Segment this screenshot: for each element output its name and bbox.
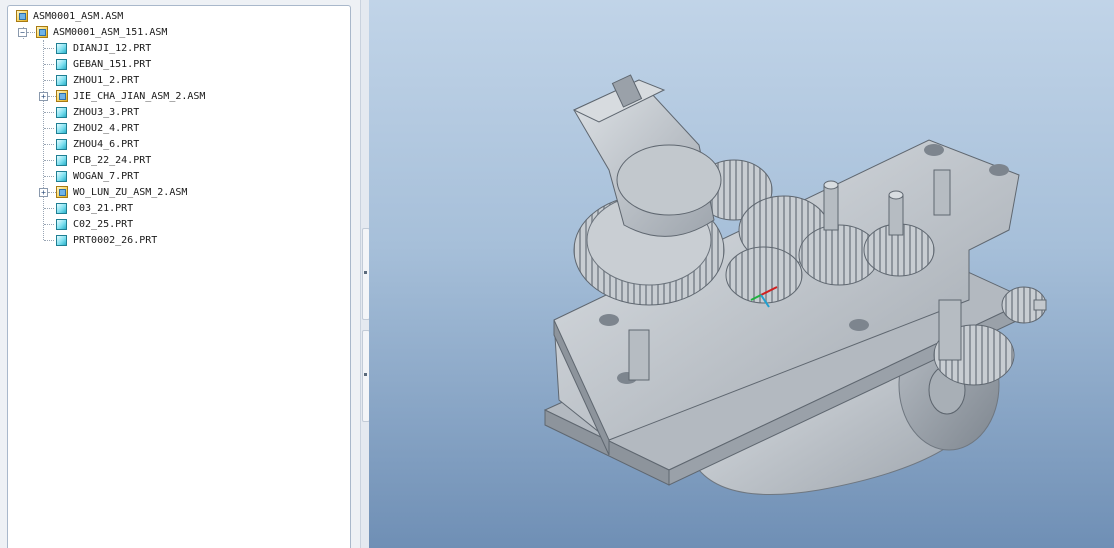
tree-item-subassembly[interactable]: + WO_LUN_ZU_ASM_2.ASM bbox=[38, 184, 258, 200]
grip-dot-icon bbox=[364, 373, 367, 376]
tree-item-subassembly[interactable]: + JIE_CHA_JIAN_ASM_2.ASM bbox=[38, 88, 258, 104]
part-icon bbox=[56, 170, 67, 182]
tree-item-label: ZHOU2_4.PRT bbox=[73, 122, 140, 134]
tree-item-label: ZHOU1_2.PRT bbox=[73, 74, 140, 86]
collapse-icon[interactable]: − bbox=[18, 28, 27, 37]
part-icon bbox=[56, 106, 67, 118]
tree-line bbox=[44, 112, 54, 113]
assembly-icon bbox=[16, 10, 28, 22]
graphics-viewport[interactable] bbox=[369, 0, 1114, 548]
tree-line bbox=[44, 144, 54, 145]
tree-item-label: C02_25.PRT bbox=[73, 218, 134, 230]
part-icon bbox=[56, 74, 67, 86]
tree-item-part[interactable]: PCB_22_24.PRT bbox=[44, 152, 151, 168]
tree-item-part[interactable]: GEBAN_151.PRT bbox=[44, 56, 151, 72]
tree-line bbox=[44, 240, 54, 241]
tree-item-label: JIE_CHA_JIAN_ASM_2.ASM bbox=[73, 90, 206, 102]
tree-item-label: DIANJI_12.PRT bbox=[73, 42, 152, 54]
tree-item-subassembly[interactable]: − ASM0001_ASM_151.ASM bbox=[18, 24, 218, 40]
part-icon bbox=[56, 122, 67, 134]
tree-item-part[interactable]: ZHOU4_6.PRT bbox=[44, 136, 139, 152]
part-icon bbox=[56, 154, 67, 166]
tree-item-label: C03_21.PRT bbox=[73, 202, 134, 214]
tree-line bbox=[44, 224, 54, 225]
expand-icon[interactable]: + bbox=[39, 92, 48, 101]
model-tree: ASM0001_ASM.ASM − ASM0001_ASM_151.ASM DI… bbox=[7, 5, 351, 548]
tree-line bbox=[48, 192, 56, 193]
part-icon bbox=[56, 58, 67, 70]
tree-item-part[interactable]: C03_21.PRT bbox=[44, 200, 133, 216]
tree-item-part[interactable]: C02_25.PRT bbox=[44, 216, 133, 232]
tree-item-label: ASM0001_ASM.ASM bbox=[33, 10, 124, 22]
tree-item-label: PRT0002_26.PRT bbox=[73, 234, 158, 246]
tree-item-part[interactable]: PRT0002_26.PRT bbox=[44, 232, 157, 248]
tree-item-part[interactable]: DIANJI_12.PRT bbox=[44, 40, 151, 56]
grip-dot-icon bbox=[364, 271, 367, 274]
tree-item-part[interactable]: ZHOU1_2.PRT bbox=[44, 72, 139, 88]
part-icon bbox=[56, 138, 67, 150]
tree-item-label: WO_LUN_ZU_ASM_2.ASM bbox=[73, 186, 188, 198]
tree-line bbox=[44, 64, 54, 65]
tree-line bbox=[44, 176, 54, 177]
tree-item-part[interactable]: ZHOU2_4.PRT bbox=[44, 120, 139, 136]
part-icon bbox=[56, 218, 67, 230]
assembly-icon bbox=[56, 186, 68, 198]
expand-icon[interactable]: + bbox=[39, 188, 48, 197]
tree-line bbox=[44, 48, 54, 49]
tree-item-label: ZHOU3_3.PRT bbox=[73, 106, 140, 118]
tree-item-part[interactable]: WOGAN_7.PRT bbox=[44, 168, 139, 184]
tree-line bbox=[27, 32, 35, 33]
tree-item-label: WOGAN_7.PRT bbox=[73, 170, 140, 182]
tree-item-part[interactable]: ZHOU3_3.PRT bbox=[44, 104, 139, 120]
tree-line bbox=[44, 128, 54, 129]
tree-item-label: GEBAN_151.PRT bbox=[73, 58, 152, 70]
tree-line bbox=[44, 208, 54, 209]
tree-item-label: ZHOU4_6.PRT bbox=[73, 138, 140, 150]
tree-item-label: ASM0001_ASM_151.ASM bbox=[53, 26, 168, 38]
tree-line bbox=[44, 160, 54, 161]
tree-line bbox=[44, 80, 54, 81]
tree-item-label: PCB_22_24.PRT bbox=[73, 154, 152, 166]
assembly-icon bbox=[56, 90, 68, 102]
assembly-icon bbox=[36, 26, 48, 38]
part-icon bbox=[56, 202, 67, 214]
tree-line bbox=[48, 96, 56, 97]
part-icon bbox=[56, 42, 67, 54]
tree-item-root[interactable]: ASM0001_ASM.ASM bbox=[16, 8, 123, 24]
gearbox-model bbox=[543, 74, 1047, 495]
left-panel: ASM0001_ASM.ASM − ASM0001_ASM_151.ASM DI… bbox=[0, 0, 360, 548]
part-icon bbox=[56, 234, 67, 246]
